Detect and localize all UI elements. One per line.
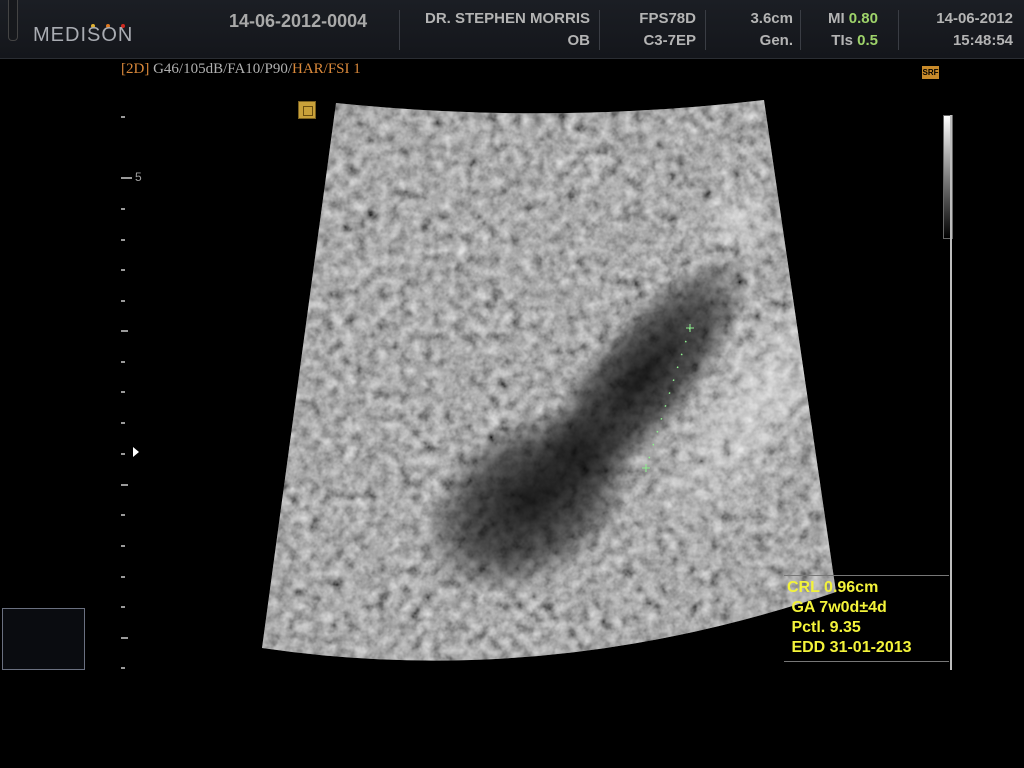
- focus-marker-icon[interactable]: [133, 447, 139, 457]
- orientation-marker-icon: [298, 101, 316, 119]
- probe-thumbnail-frame: [2, 608, 85, 670]
- pctl-result: Pctl. 9.35: [787, 619, 861, 636]
- depth-scale-label: 5: [135, 170, 142, 184]
- measurement-results: CRL 0.96cm GA 7w0d±4d Pctl. 9.35 EDD 31-…: [784, 575, 949, 662]
- ga-result: GA 7w0d±4d: [787, 599, 887, 616]
- grayscale-line: [950, 115, 952, 670]
- crl-result: CRL 0.96cm: [787, 579, 879, 596]
- edd-result: EDD 31-01-2013: [787, 639, 912, 656]
